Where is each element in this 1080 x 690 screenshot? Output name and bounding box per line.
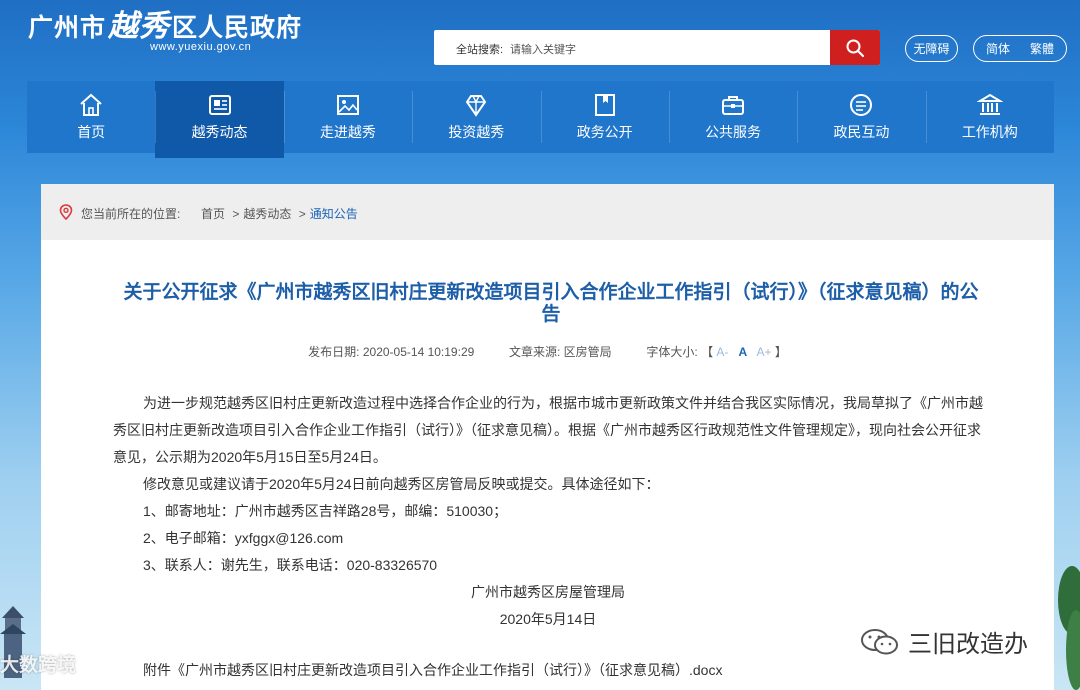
breadcrumb-home[interactable]: 首页 [201, 207, 225, 221]
nav-item-label: 政务公开 [576, 124, 633, 140]
breadcrumb-news[interactable]: 越秀动态 [243, 207, 291, 221]
briefcase-icon [722, 96, 745, 115]
chat-icon [850, 94, 873, 116]
nav-item-label: 公共服务 [705, 124, 762, 140]
watermark-left: 大数跨境 [0, 650, 76, 677]
accessibility-button[interactable]: 无障碍 [905, 35, 958, 62]
wechat-icon [861, 628, 898, 654]
article-meta: 发布日期: 2020-05-14 10:19:29 文章来源: 区房管局 字体大… [41, 343, 1054, 360]
search-input[interactable]: 请输入关键字 [510, 41, 576, 57]
building-icon [976, 93, 1003, 115]
article-paragraph: 为进一步规范越秀区旧村庄更新改造过程中选择合作企业的行为，根据市城市更新政策文件… [113, 395, 983, 465]
font-size-large-button[interactable]: A+ [756, 345, 771, 359]
lang-traditional-button[interactable]: 繁體 [1030, 42, 1054, 56]
article-signature: 广州市越秀区房屋管理局 [471, 584, 625, 600]
source-value: 区房管局 [563, 345, 612, 359]
nav-item-explore[interactable]: 走进越秀 [283, 81, 412, 153]
font-size-label: 字体大小: [646, 345, 698, 359]
publish-date: 2020-05-14 10:19:29 [362, 345, 475, 359]
bookmark-icon [594, 94, 615, 116]
contact-person: 3、联系人：谢先生，联系电话：020-83326570 [143, 557, 438, 573]
home-icon [80, 93, 102, 116]
attachment-link[interactable]: 附件《广州市越秀区旧村庄更新改造项目引入合作企业工作指引（试行）》（征求意见稿）… [143, 660, 722, 680]
main-nav: 首页 越秀动态 走进越秀 投资越秀 政务公开 公共服务 政民互动 工作机构 [27, 81, 1054, 158]
location-pin-icon [59, 204, 73, 220]
watermark-right: 三旧改造办 [860, 624, 1028, 659]
tree-scenery [1058, 566, 1080, 690]
site-name-prefix: 广州市 [28, 14, 107, 42]
article-date: 2020年5月14日 [499, 611, 597, 627]
article-body: 为进一步规范越秀区旧村庄更新改造过程中选择合作企业的行为，根据市城市更新政策文件… [113, 390, 983, 633]
lang-simplified-button[interactable]: 简体 [986, 42, 1010, 56]
nav-item-public-service[interactable]: 公共服务 [668, 81, 797, 153]
font-size-bracket-close: 】 [774, 345, 787, 359]
breadcrumb-label: 您当前所在的位置: [81, 207, 181, 221]
nav-item-label: 政民互动 [833, 124, 890, 140]
breadcrumb: 您当前所在的位置: 首页 > 越秀动态 > 通知公告 [41, 184, 1054, 240]
site-name-suffix: 区人民政府 [172, 14, 303, 42]
publish-date-label: 发布日期: [308, 345, 360, 359]
site-header: 广州市越秀区人民政府 www.yuexiu.gov.cn 全站搜索: 请输入关键… [0, 0, 1080, 80]
contact-address: 1、邮寄地址：广州市越秀区吉祥路28号，邮编：510030； [143, 503, 508, 519]
watermark-right-text: 三旧改造办 [908, 631, 1028, 658]
nav-item-interaction[interactable]: 政民互动 [797, 81, 925, 153]
nav-item-home[interactable]: 首页 [27, 81, 155, 153]
source-label: 文章来源: [508, 345, 561, 359]
search-button[interactable] [830, 30, 880, 65]
font-size-medium-button[interactable]: A [738, 345, 747, 359]
diamond-icon [466, 95, 487, 117]
nav-item-organizations[interactable]: 工作机构 [925, 81, 1054, 153]
newspaper-icon [208, 95, 231, 115]
nav-item-label: 投资越秀 [448, 124, 505, 140]
search-icon [846, 39, 865, 57]
nav-item-label: 越秀动态 [191, 124, 248, 140]
contact-email: 2、电子邮箱：yxfggx@126.com [143, 530, 344, 546]
nav-item-label: 工作机构 [961, 124, 1018, 140]
site-name-calligraphy: 越秀 [108, 9, 171, 44]
nav-item-label: 首页 [77, 124, 106, 140]
nav-item-gov-open[interactable]: 政务公开 [540, 81, 669, 153]
site-logo[interactable]: 广州市越秀区人民政府 www.yuexiu.gov.cn [28, 9, 303, 54]
watermark-left-text: 大数跨境 [0, 655, 77, 676]
article-title: 关于公开征求《广州市越秀区旧村庄更新改造项目引入合作企业工作指引（试行）》（征求… [123, 282, 979, 325]
font-size-bracket-open: 【 [701, 345, 714, 359]
nav-item-invest[interactable]: 投资越秀 [412, 81, 540, 153]
nav-item-label: 走进越秀 [319, 124, 376, 140]
content-card: 您当前所在的位置: 首页 > 越秀动态 > 通知公告 关于公开征求《广州市越秀区旧村… [41, 184, 1054, 690]
picture-icon [336, 95, 359, 115]
nav-item-news[interactable]: 越秀动态 [155, 81, 285, 158]
search-box[interactable]: 全站搜索: 请输入关键字 [434, 30, 880, 65]
language-switch: 简体 繁體 [973, 35, 1067, 62]
breadcrumb-current[interactable]: 通知公告 [310, 207, 358, 221]
search-label: 全站搜索: [456, 44, 504, 56]
article-paragraph: 修改意见或建议请于2020年5月24日前向越秀区房管局反映或提交。具体途径如下： [143, 476, 660, 492]
font-size-small-button[interactable]: A- [716, 345, 728, 359]
